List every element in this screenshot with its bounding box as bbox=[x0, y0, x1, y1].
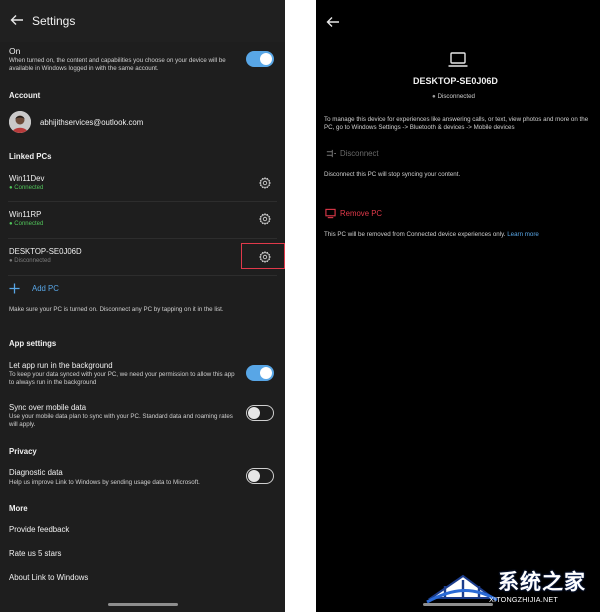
disconnect-icon bbox=[326, 149, 336, 158]
diagnostic-toggle[interactable] bbox=[246, 468, 274, 484]
mobile-data-toggle[interactable] bbox=[246, 405, 274, 421]
highlight-box bbox=[241, 243, 285, 269]
remove-pc-icon bbox=[325, 208, 336, 219]
account-header: Account bbox=[9, 91, 41, 100]
divider bbox=[8, 275, 277, 276]
more-header: More bbox=[9, 504, 28, 513]
pc-status: ● Connected bbox=[9, 185, 44, 191]
device-description: To manage this device for experiences li… bbox=[324, 116, 589, 131]
laptop-icon bbox=[448, 52, 468, 67]
pc-status: ● Disconnected bbox=[9, 258, 51, 264]
about-link[interactable]: About Link to Windows bbox=[9, 573, 88, 582]
device-details-panel: DESKTOP-SE0J06D ● Disconnected To manage… bbox=[316, 0, 600, 612]
settings-header: Settings bbox=[0, 0, 285, 42]
background-label: Let app run in the background bbox=[9, 361, 113, 370]
linked-pcs-header: Linked PCs bbox=[9, 152, 52, 161]
pc-name[interactable]: Win11RP bbox=[9, 210, 41, 219]
pc-name[interactable]: Win11Dev bbox=[9, 174, 44, 183]
home-indicator[interactable] bbox=[108, 603, 178, 606]
gear-icon[interactable] bbox=[259, 213, 271, 225]
divider bbox=[8, 238, 277, 239]
account-email[interactable]: abhijithservices@outlook.com bbox=[40, 118, 143, 127]
learn-more-link[interactable]: Learn more bbox=[507, 231, 539, 238]
add-pc-note: Make sure your PC is turned on. Disconne… bbox=[9, 306, 224, 313]
watermark-url: XITONGZHIJIA.NET bbox=[489, 595, 558, 604]
remove-pc-button[interactable]: Remove PC bbox=[340, 209, 382, 218]
background-description: To keep your data synced with your PC, w… bbox=[9, 371, 235, 386]
diagnostic-label: Diagnostic data bbox=[9, 468, 63, 477]
plus-icon[interactable] bbox=[9, 283, 20, 294]
mobile-data-description: Use your mobile data plan to sync with y… bbox=[9, 413, 233, 428]
provide-feedback-link[interactable]: Provide feedback bbox=[9, 525, 69, 534]
add-pc-button[interactable]: Add PC bbox=[32, 284, 59, 293]
app-settings-header: App settings bbox=[9, 339, 57, 348]
remove-pc-note: This PC will be removed from Connected d… bbox=[324, 231, 539, 238]
watermark-text: 系统之家 bbox=[498, 570, 586, 594]
rate-us-link[interactable]: Rate us 5 stars bbox=[9, 549, 61, 558]
on-description: When turned on, the content and capabili… bbox=[9, 57, 226, 72]
privacy-header: Privacy bbox=[9, 447, 37, 456]
pc-name[interactable]: DESKTOP-SE0J06D bbox=[9, 247, 82, 256]
settings-panel: Settings On When turned on, the content … bbox=[0, 0, 285, 612]
mobile-data-label: Sync over mobile data bbox=[9, 403, 87, 412]
page-title: Settings bbox=[32, 14, 76, 28]
device-status: ● Disconnected bbox=[432, 93, 475, 100]
back-arrow-icon[interactable] bbox=[325, 14, 341, 30]
pc-status: ● Connected bbox=[9, 221, 44, 227]
diagnostic-description: Help us improve Link to Windows by sendi… bbox=[9, 479, 200, 486]
sync-toggle[interactable] bbox=[246, 51, 274, 67]
disconnect-button[interactable]: Disconnect bbox=[340, 149, 379, 158]
avatar bbox=[9, 111, 31, 133]
disconnect-note: Disconnect this PC will stop syncing you… bbox=[324, 171, 461, 178]
background-toggle[interactable] bbox=[246, 365, 274, 381]
device-name: DESKTOP-SE0J06D bbox=[413, 76, 498, 86]
back-arrow-icon[interactable] bbox=[9, 12, 25, 28]
on-label: On bbox=[9, 46, 21, 56]
divider bbox=[8, 201, 277, 202]
gear-icon[interactable] bbox=[259, 177, 271, 189]
